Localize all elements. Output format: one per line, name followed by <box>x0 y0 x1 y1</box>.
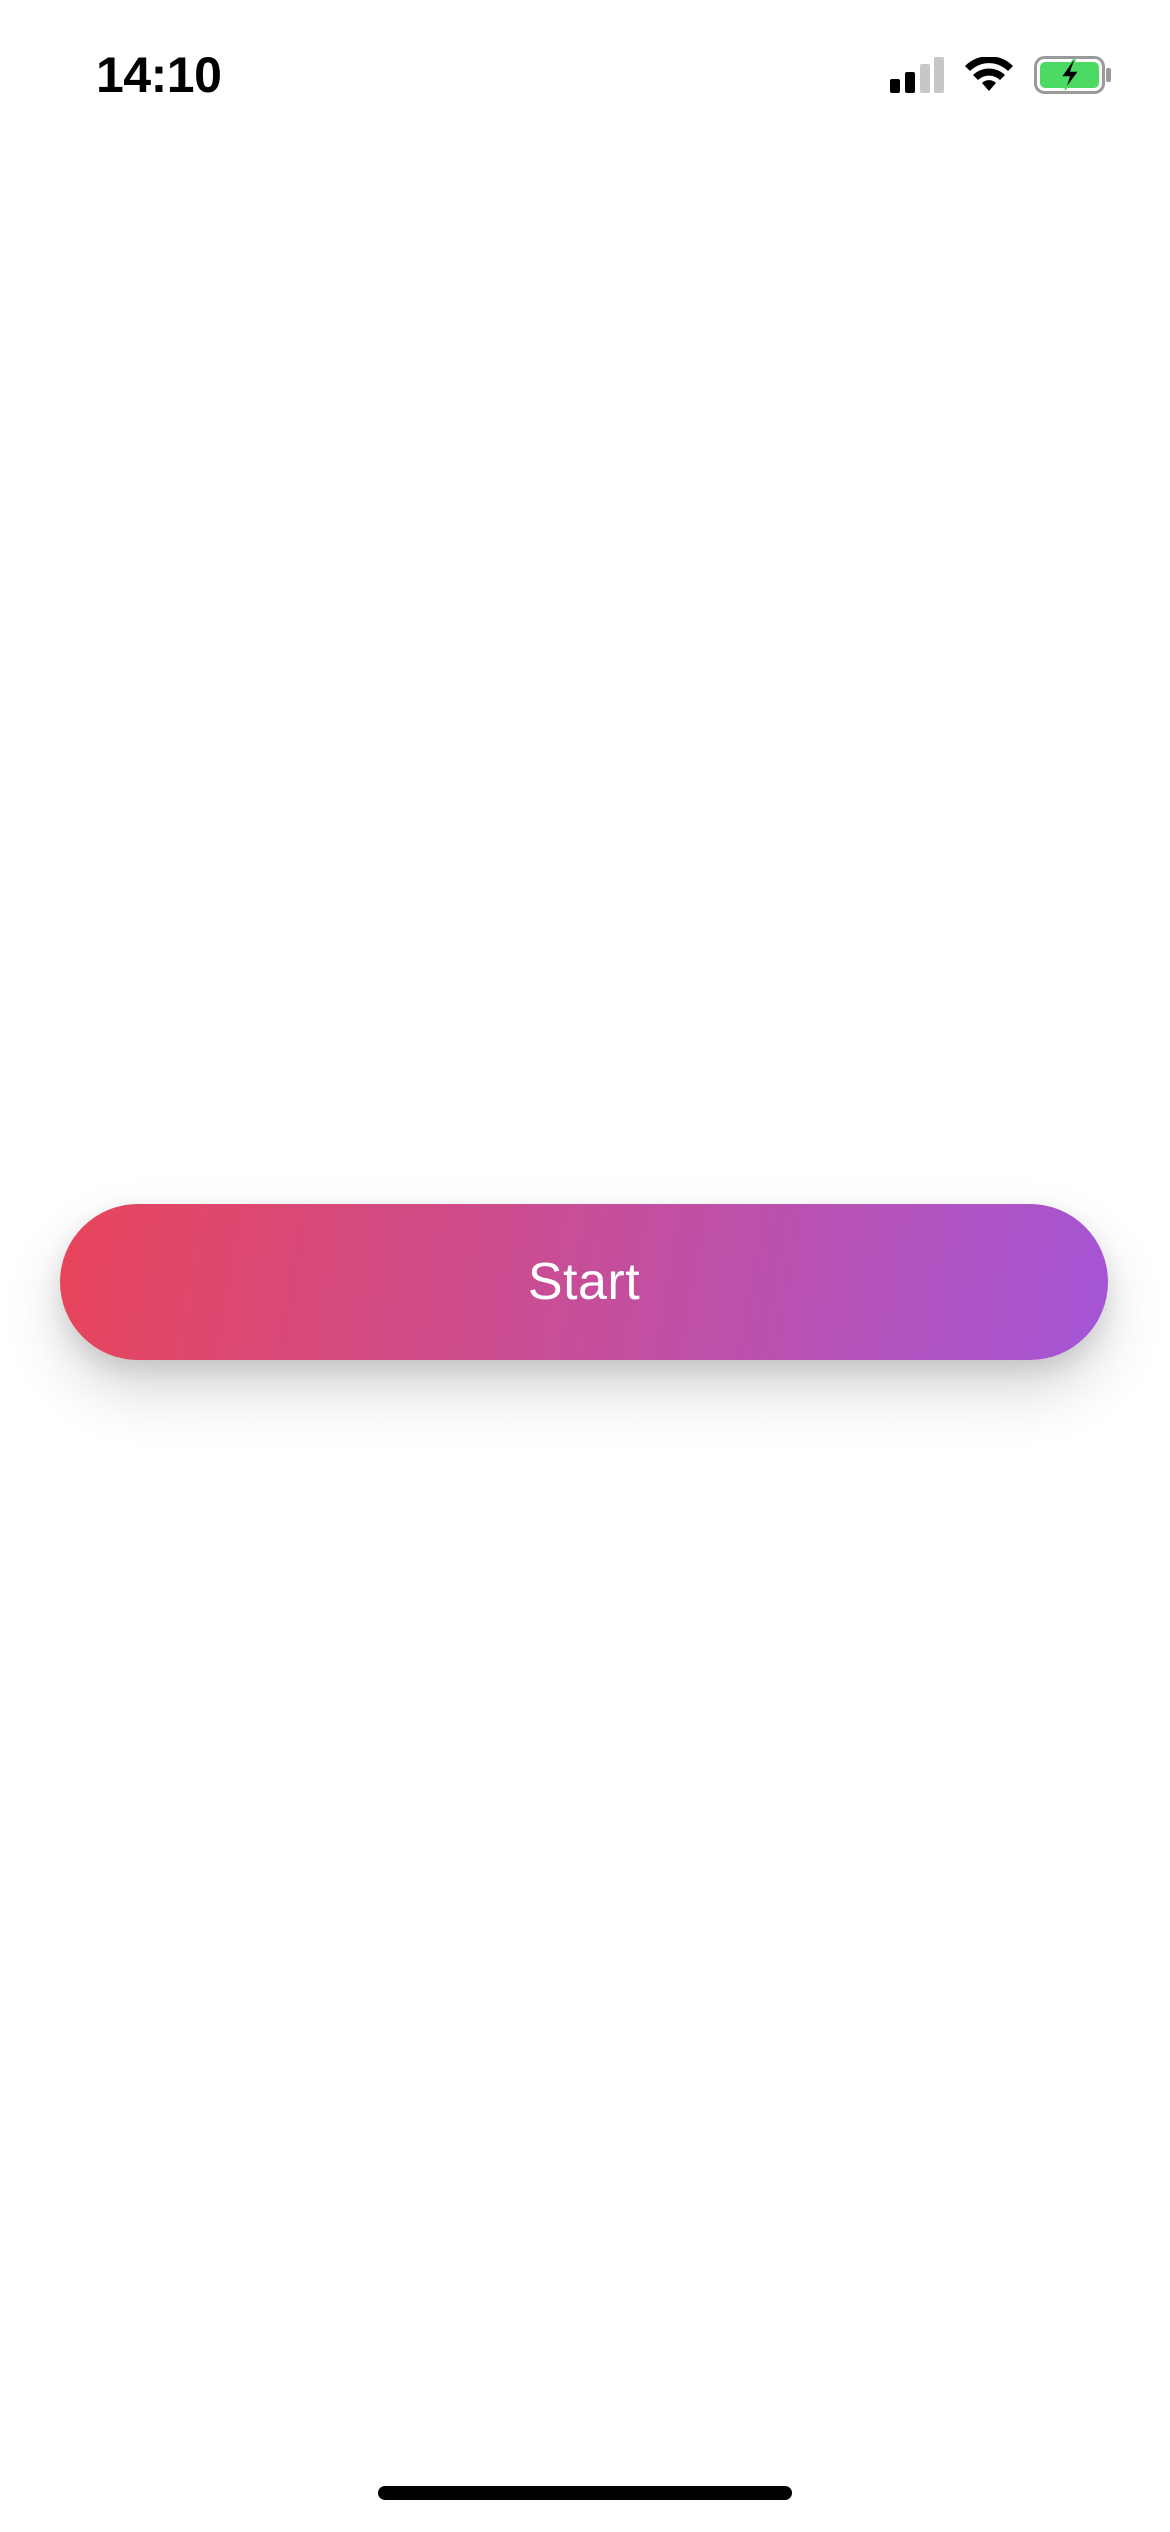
status-time: 14:10 <box>96 47 222 103</box>
battery-charging-icon <box>1034 56 1112 94</box>
wifi-icon <box>964 57 1014 93</box>
start-button[interactable]: Start <box>60 1204 1108 1360</box>
start-button-label: Start <box>527 1253 641 1311</box>
home-indicator[interactable] <box>378 2486 792 2500</box>
status-icons <box>890 50 1112 100</box>
status-bar: 14:10 <box>0 0 1170 150</box>
cellular-signal-icon <box>890 57 944 93</box>
